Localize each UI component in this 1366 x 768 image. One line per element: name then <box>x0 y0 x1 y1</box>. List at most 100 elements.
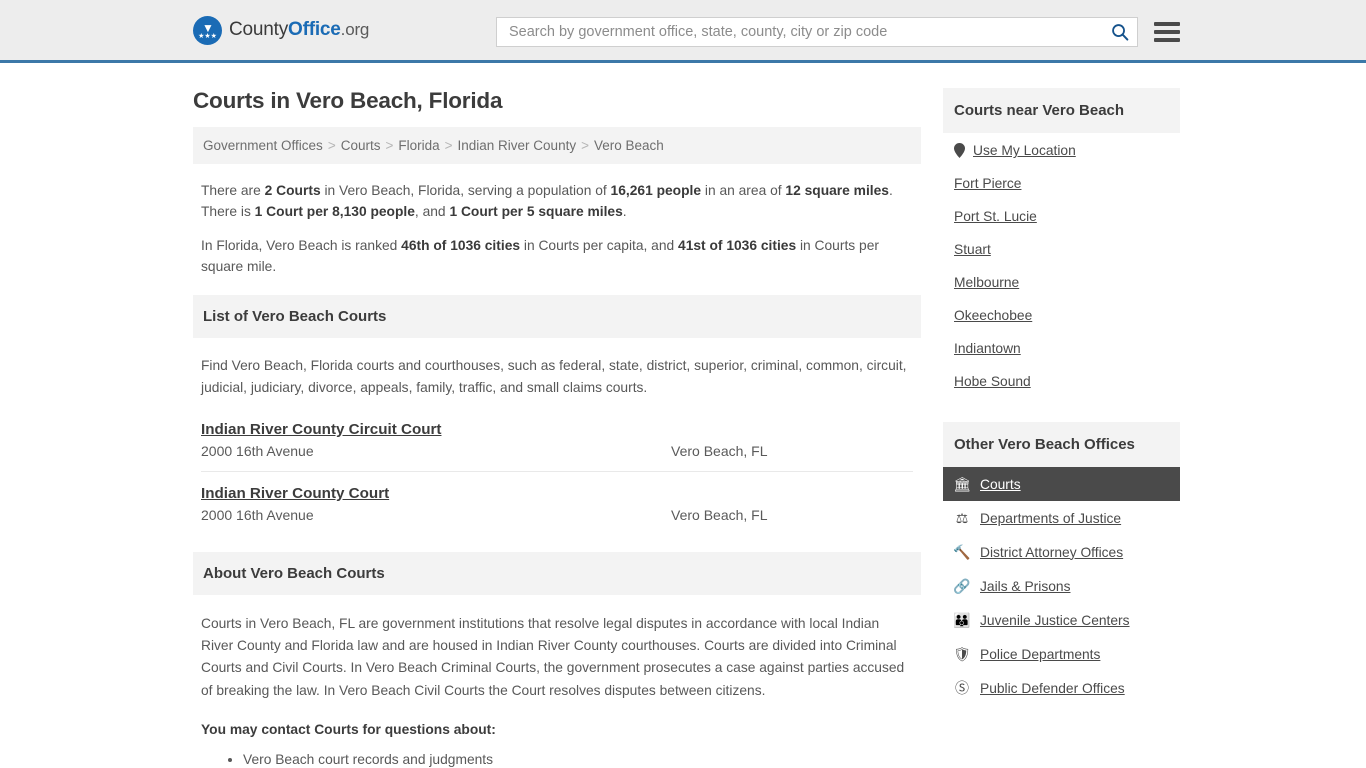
gavel-icon: 🔨 <box>953 544 971 560</box>
sidebar-column: Courts near Vero Beach Use My Location F… <box>943 63 1180 768</box>
list-item: Vero Beach court records and judgments <box>243 750 913 768</box>
office-item-juvenile-justice-centers[interactable]: 👪 Juvenile Justice Centers <box>943 603 1180 637</box>
breadcrumb-item-vero-beach[interactable]: Vero Beach <box>594 138 664 153</box>
logo-text-county: County <box>229 19 289 40</box>
breadcrumb-item-courts[interactable]: Courts <box>341 138 381 153</box>
nearby-city-okeechobee[interactable]: Okeechobee <box>943 298 1180 331</box>
search-icon[interactable] <box>1111 23 1129 41</box>
hamburger-menu-icon[interactable] <box>1154 22 1180 42</box>
table-row[interactable]: Indian River County Court 2000 16th Aven… <box>201 485 913 535</box>
list-section-body: Find Vero Beach, Florida courts and cour… <box>193 355 921 535</box>
court-name-link[interactable]: Indian River County Circuit Court <box>201 421 441 438</box>
breadcrumb-item-florida[interactable]: Florida <box>398 138 439 153</box>
nearby-city-link[interactable]: Okeechobee <box>954 308 1032 323</box>
office-link[interactable]: Public Defender Offices <box>980 681 1125 696</box>
nearby-city-link[interactable]: Indiantown <box>954 341 1021 356</box>
use-my-location-link[interactable]: Use My Location <box>973 143 1076 158</box>
courts-near-heading: Courts near Vero Beach <box>943 88 1180 133</box>
office-link[interactable]: Jails & Prisons <box>980 579 1070 594</box>
stats-population: 16,261 people <box>610 183 702 198</box>
breadcrumb-separator: > <box>444 138 453 153</box>
header-search-area <box>496 17 1180 47</box>
hamburger-bar <box>1154 38 1180 42</box>
office-item-jails-and-prisons[interactable]: 🔗 Jails & Prisons <box>943 569 1180 603</box>
nearby-city-indiantown[interactable]: Indiantown <box>943 331 1180 364</box>
office-item-police-departments[interactable]: 🛡 Police Departments <box>943 637 1180 671</box>
office-item-public-defender-offices[interactable]: Ⓢ Public Defender Offices <box>943 671 1180 705</box>
stats-area: 12 square miles <box>785 183 889 198</box>
nearby-cities-list: Use My Location Fort Pierce Port St. Luc… <box>943 133 1180 397</box>
stats-text: in an area of <box>701 183 786 198</box>
nearby-city-port-st-lucie[interactable]: Port St. Lucie <box>943 199 1180 232</box>
breadcrumb-item-government-offices[interactable]: Government Offices <box>203 138 323 153</box>
court-list: Indian River County Circuit Court 2000 1… <box>201 421 913 535</box>
other-offices-heading: Other Vero Beach Offices <box>943 422 1180 467</box>
nearby-city-stuart[interactable]: Stuart <box>943 232 1180 265</box>
courts-near-block: Courts near Vero Beach Use My Location F… <box>943 88 1180 397</box>
court-name-link[interactable]: Indian River County Court <box>201 485 389 502</box>
list-section-intro: Find Vero Beach, Florida courts and cour… <box>201 357 907 395</box>
badge-icon: Ⓢ <box>955 680 969 696</box>
court-details: 2000 16th Avenue Vero Beach, FL <box>201 507 913 523</box>
hamburger-bar <box>1154 22 1180 26</box>
countyoffice-eagle-logo-icon: ▼ ★★★ <box>193 15 222 45</box>
nearby-city-link[interactable]: Port St. Lucie <box>954 209 1037 224</box>
office-item-district-attorney-offices[interactable]: 🔨 District Attorney Offices <box>943 535 1180 569</box>
nearby-city-link[interactable]: Hobe Sound <box>954 374 1031 389</box>
stats-text: In Florida, Vero Beach is ranked <box>201 237 402 253</box>
office-link[interactable]: Police Departments <box>980 647 1100 662</box>
nearby-city-fort-pierce[interactable]: Fort Pierce <box>943 166 1180 199</box>
stats-paragraph-counts: There are 2 Courts in Vero Beach, Florid… <box>201 180 913 223</box>
court-address: 2000 16th Avenue <box>201 506 314 523</box>
nearby-city-link[interactable]: Stuart <box>954 242 991 257</box>
table-row[interactable]: Indian River County Circuit Court 2000 1… <box>201 421 913 472</box>
site-logo[interactable]: ▼ ★★★ CountyOffice.org <box>193 15 369 45</box>
office-link[interactable]: Courts <box>980 477 1021 492</box>
office-link[interactable]: Juvenile Justice Centers <box>980 613 1130 628</box>
breadcrumb-separator: > <box>385 138 394 153</box>
breadcrumb-separator: > <box>327 138 336 153</box>
search-box[interactable] <box>496 17 1138 47</box>
breadcrumb-item-indian-river-county[interactable]: Indian River County <box>458 138 577 153</box>
court-citystate: Vero Beach, FL <box>671 442 768 459</box>
shield-icon: 🛡 <box>953 646 971 662</box>
scales-of-justice-icon: ⚖ <box>955 510 969 526</box>
courthouse-icon: 🏛 <box>953 476 971 492</box>
court-details: 2000 16th Avenue Vero Beach, FL <box>201 443 913 459</box>
stats-rank-per-capita: 46th of 1036 cities <box>401 237 521 253</box>
office-item-courts[interactable]: 🏛 Courts <box>943 467 1180 501</box>
stats-courts-per-people: 1 Court per 8,130 people <box>254 204 415 220</box>
site-header: ▼ ★★★ CountyOffice.org <box>0 0 1366 63</box>
page-body: Courts in Vero Beach, Florida Government… <box>0 63 1366 768</box>
stats-paragraph-rank: In Florida, Vero Beach is ranked 46th of… <box>201 235 913 278</box>
child-icon: 👪 <box>953 612 971 628</box>
logo-text-org: .org <box>340 20 370 39</box>
nearby-city-melbourne[interactable]: Melbourne <box>943 265 1180 298</box>
statistics-block: There are 2 Courts in Vero Beach, Florid… <box>193 180 921 278</box>
nearby-city-hobe-sound[interactable]: Hobe Sound <box>943 364 1180 397</box>
about-contact-lead: You may contact Courts for questions abo… <box>201 722 496 737</box>
court-address: 2000 16th Avenue <box>201 442 314 459</box>
main-content-column: Courts in Vero Beach, Florida Government… <box>193 63 921 768</box>
stats-text: , and <box>414 204 450 220</box>
list-section-heading: List of Vero Beach Courts <box>193 294 921 338</box>
office-link[interactable]: District Attorney Offices <box>980 545 1123 560</box>
page-title: Courts in Vero Beach, Florida <box>193 88 503 113</box>
nearby-city-link[interactable]: Fort Pierce <box>954 176 1021 191</box>
logo-text-office: Office <box>288 19 341 40</box>
about-section-heading: About Vero Beach Courts <box>193 551 921 595</box>
court-citystate: Vero Beach, FL <box>671 506 768 523</box>
office-link[interactable]: Departments of Justice <box>980 511 1121 526</box>
breadcrumb: Government Offices > Courts > Florida > Indian… <box>193 127 921 164</box>
logo-wordmark: CountyOffice.org <box>229 19 369 41</box>
use-my-location-row[interactable]: Use My Location <box>943 133 1180 166</box>
search-input[interactable] <box>507 23 1111 41</box>
handcuffs-icon: 🔗 <box>953 578 971 594</box>
about-paragraph: Courts in Vero Beach, FL are government … <box>201 615 905 698</box>
stats-courts-per-area: 1 Court per 5 square miles <box>449 204 623 220</box>
stats-text: . <box>622 204 627 220</box>
map-pin-icon <box>954 143 965 158</box>
nearby-city-link[interactable]: Melbourne <box>954 275 1019 290</box>
office-item-departments-of-justice[interactable]: ⚖ Departments of Justice <box>943 501 1180 535</box>
hamburger-bar <box>1154 30 1180 34</box>
